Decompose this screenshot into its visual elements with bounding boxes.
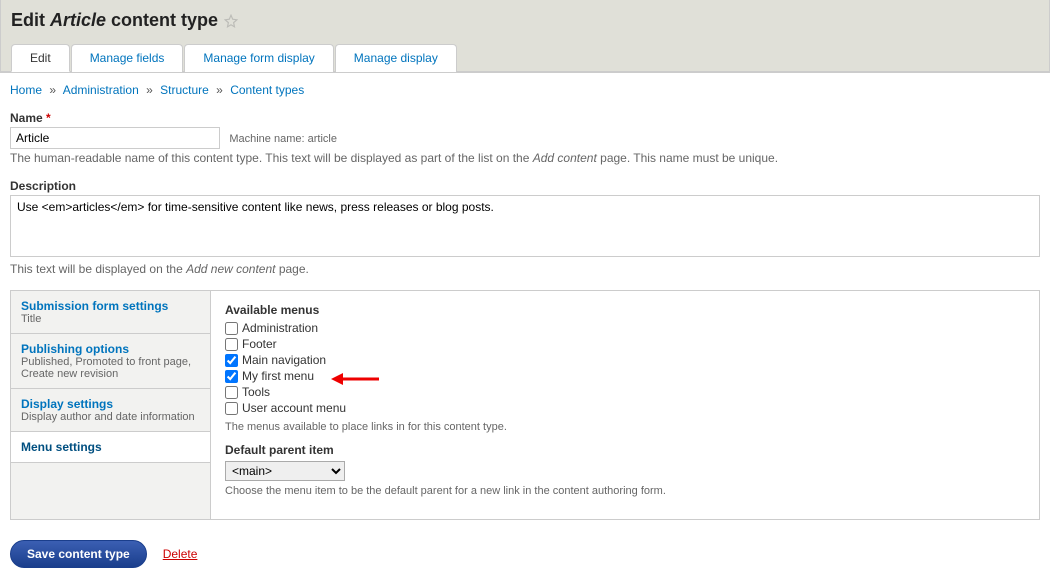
description-textarea[interactable]: Use <em>articles</em> for time-sensitive…	[10, 195, 1040, 257]
tab-edit[interactable]: Edit	[11, 44, 70, 72]
description-form-item: Description Use <em>articles</em> for ti…	[10, 179, 1040, 276]
available-menus-heading: Available menus	[225, 303, 1025, 317]
menu-checkbox[interactable]	[225, 354, 238, 367]
name-input[interactable]	[10, 127, 220, 149]
default-parent-heading: Default parent item	[225, 443, 1025, 457]
vtab-display[interactable]: Display settings Display author and date…	[11, 389, 210, 432]
form-actions: Save content type Delete	[0, 530, 1050, 578]
menu-checkbox-label: Administration	[242, 321, 318, 335]
page-title: Edit Article content type	[11, 10, 1039, 31]
menu-checkbox[interactable]	[225, 402, 238, 415]
vertical-tabs: Submission form settings Title Publishin…	[10, 290, 1040, 520]
star-icon[interactable]	[224, 14, 238, 28]
menu-checkbox-label: Tools	[242, 385, 270, 399]
vertical-tabs-nav: Submission form settings Title Publishin…	[11, 291, 211, 519]
menu-settings-panel: Available menus Administration Footer Main…	[211, 291, 1039, 519]
save-button[interactable]: Save content type	[10, 540, 147, 568]
default-parent-select[interactable]: <main>	[225, 461, 345, 481]
menu-checkbox-row: My first menu	[225, 369, 1025, 383]
default-parent-help: Choose the menu item to be the default p…	[225, 485, 1025, 497]
menu-checkbox[interactable]	[225, 322, 238, 335]
vtab-spacer	[11, 463, 210, 503]
breadcrumb-structure[interactable]: Structure	[160, 83, 209, 97]
tab-manage-display[interactable]: Manage display	[335, 44, 457, 72]
breadcrumb-admin[interactable]: Administration	[63, 83, 139, 97]
breadcrumb: Home » Administration » Structure » Cont…	[10, 83, 1040, 97]
menu-checkbox[interactable]	[225, 386, 238, 399]
name-label: Name *	[10, 111, 1040, 125]
menu-checkbox-row: Main navigation	[225, 353, 1025, 367]
name-helptext: The human-readable name of this content …	[10, 151, 1040, 165]
description-label: Description	[10, 179, 1040, 193]
menu-checkbox-label: User account menu	[242, 401, 346, 415]
vtab-menu[interactable]: Menu settings	[11, 432, 210, 463]
primary-tabs: Edit Manage fields Manage form display M…	[11, 44, 1039, 72]
vtab-publishing[interactable]: Publishing options Published, Promoted t…	[11, 334, 210, 389]
menu-checkbox-label: Main navigation	[242, 353, 326, 367]
menu-checkbox[interactable]	[225, 370, 238, 383]
menu-checkbox[interactable]	[225, 338, 238, 351]
description-helptext: This text will be displayed on the Add n…	[10, 262, 1040, 276]
menu-checkbox-label: My first menu	[242, 369, 314, 383]
menu-checkbox-row: Administration	[225, 321, 1025, 335]
available-menus-help: The menus available to place links in fo…	[225, 421, 1025, 433]
machine-name: Machine name: article	[229, 133, 337, 145]
vtab-submission[interactable]: Submission form settings Title	[11, 291, 210, 334]
page-title-text: Edit Article content type	[11, 10, 218, 31]
breadcrumb-content-types[interactable]: Content types	[230, 83, 304, 97]
tab-manage-form-display[interactable]: Manage form display	[184, 44, 333, 72]
menu-checkbox-label: Footer	[242, 337, 277, 351]
menu-checkbox-row: User account menu	[225, 401, 1025, 415]
tab-manage-fields[interactable]: Manage fields	[71, 44, 184, 72]
content-area: Home » Administration » Structure » Cont…	[0, 72, 1050, 530]
menu-checkbox-row: Tools	[225, 385, 1025, 399]
header-bar: Edit Article content type Edit Manage fi…	[0, 0, 1050, 72]
breadcrumb-home[interactable]: Home	[10, 83, 42, 97]
menu-checkbox-row: Footer	[225, 337, 1025, 351]
delete-link[interactable]: Delete	[163, 547, 198, 561]
required-mark: *	[46, 111, 51, 125]
name-form-item: Name * Machine name: article The human-r…	[10, 111, 1040, 165]
